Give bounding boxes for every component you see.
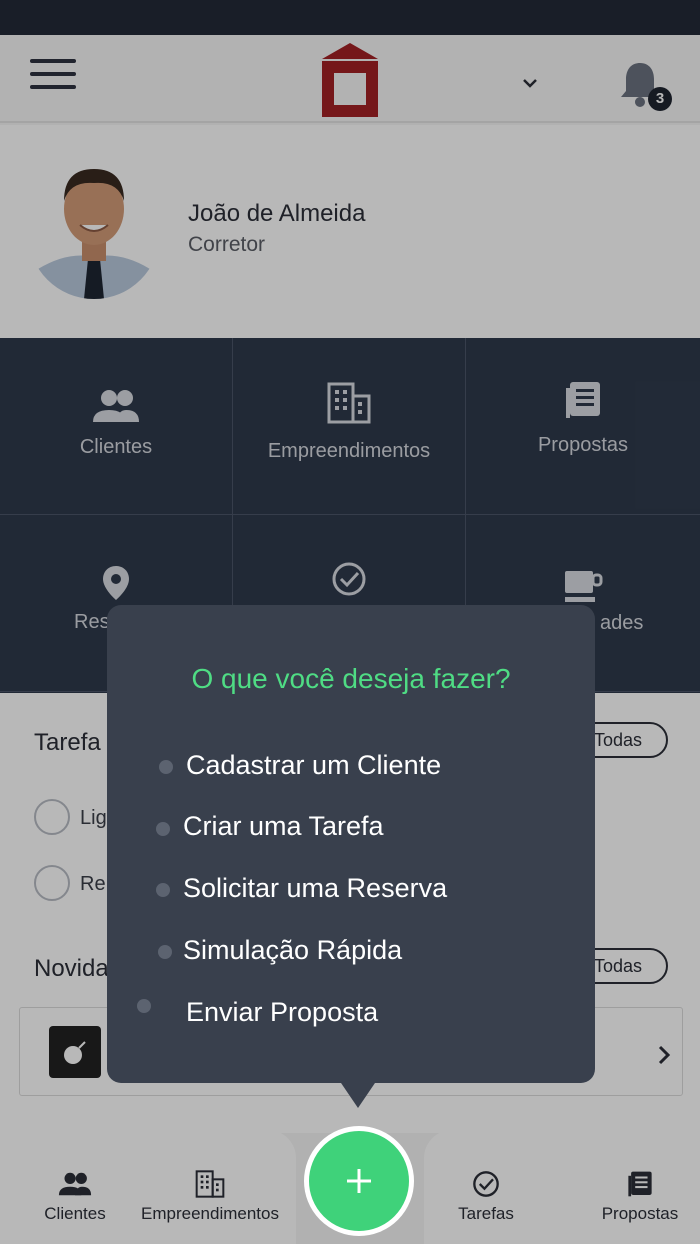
- nav-label: Propostas: [601, 1204, 679, 1223]
- people-icon: [93, 390, 139, 422]
- task-checkbox[interactable]: [34, 865, 70, 901]
- document-icon: [566, 382, 600, 418]
- popup-title: O que você deseja fazer?: [191, 663, 511, 694]
- tile-label: Propostas: [537, 434, 629, 456]
- task-text[interactable]: Re: [80, 873, 106, 896]
- tasks-section-title: Tarefa: [34, 729, 101, 756]
- check-circle-icon: [473, 1171, 499, 1197]
- nav-label: Tarefas: [458, 1204, 514, 1223]
- check-circle-icon: [332, 562, 366, 596]
- popup-pointer: [339, 1080, 377, 1108]
- option-cadastrar-cliente[interactable]: Cadastrar um Cliente: [186, 750, 441, 781]
- option-solicitar-reserva[interactable]: Solicitar uma Reserva: [183, 873, 447, 904]
- nav-item-propostas[interactable]: Propostas: [594, 1170, 686, 1224]
- nav-item-tarefas[interactable]: Tarefas: [446, 1170, 526, 1224]
- avatar[interactable]: [28, 151, 160, 299]
- option-simulacao-rapida[interactable]: Simulação Rápida: [183, 935, 402, 966]
- user-name: João de Almeida: [188, 200, 366, 227]
- option-bullet: [156, 883, 170, 897]
- top-app-bar: 3: [0, 35, 700, 123]
- document-icon: [628, 1171, 652, 1197]
- tile-label: Empreendimentos: [267, 440, 431, 462]
- option-bullet: [137, 999, 151, 1013]
- option-enviar-proposta[interactable]: Enviar Proposta: [186, 997, 378, 1028]
- tile-label: Clientes: [79, 436, 153, 458]
- tile-label: ades: [600, 612, 644, 634]
- location-pin-icon: [103, 566, 129, 600]
- user-role: Corretor: [188, 233, 266, 256]
- coffee-cup-icon: [565, 571, 603, 602]
- option-bullet: [159, 760, 173, 774]
- building-icon: [195, 1170, 225, 1198]
- add-action-button[interactable]: [304, 1126, 414, 1236]
- nav-item-clientes[interactable]: Clientes: [30, 1170, 120, 1224]
- task-text[interactable]: Lig: [80, 807, 107, 830]
- news-section-title: Novida: [34, 955, 109, 982]
- tile-propostas[interactable]: Propostas: [466, 338, 700, 515]
- logo: [322, 43, 378, 117]
- menu-icon[interactable]: [30, 59, 76, 93]
- tile-empreendimentos[interactable]: Empreendimentos: [233, 338, 466, 515]
- tile-label: Res: [74, 611, 110, 633]
- chevron-down-icon[interactable]: [520, 75, 540, 91]
- chevron-right-icon[interactable]: [656, 1044, 672, 1066]
- nav-label: Clientes: [44, 1204, 106, 1223]
- building-icon: [327, 382, 371, 424]
- option-bullet: [156, 822, 170, 836]
- plus-icon: [347, 1169, 371, 1193]
- quick-actions-popup: O que você deseja fazer? Cadastrar um Cl…: [107, 605, 595, 1083]
- tile-clientes[interactable]: Clientes: [0, 338, 233, 515]
- nav-item-empreendimentos[interactable]: Empreendimentos: [140, 1170, 280, 1224]
- profile-section: João de Almeida Corretor: [0, 125, 700, 338]
- option-bullet: [158, 945, 172, 959]
- news-thumbnail: [49, 1026, 101, 1078]
- task-checkbox[interactable]: [34, 799, 70, 835]
- notification-badge: 3: [648, 87, 672, 111]
- people-icon: [58, 1172, 92, 1196]
- status-bar: [0, 0, 700, 35]
- option-criar-tarefa[interactable]: Criar uma Tarefa: [183, 811, 384, 842]
- nav-label: Empreendimentos: [141, 1204, 279, 1223]
